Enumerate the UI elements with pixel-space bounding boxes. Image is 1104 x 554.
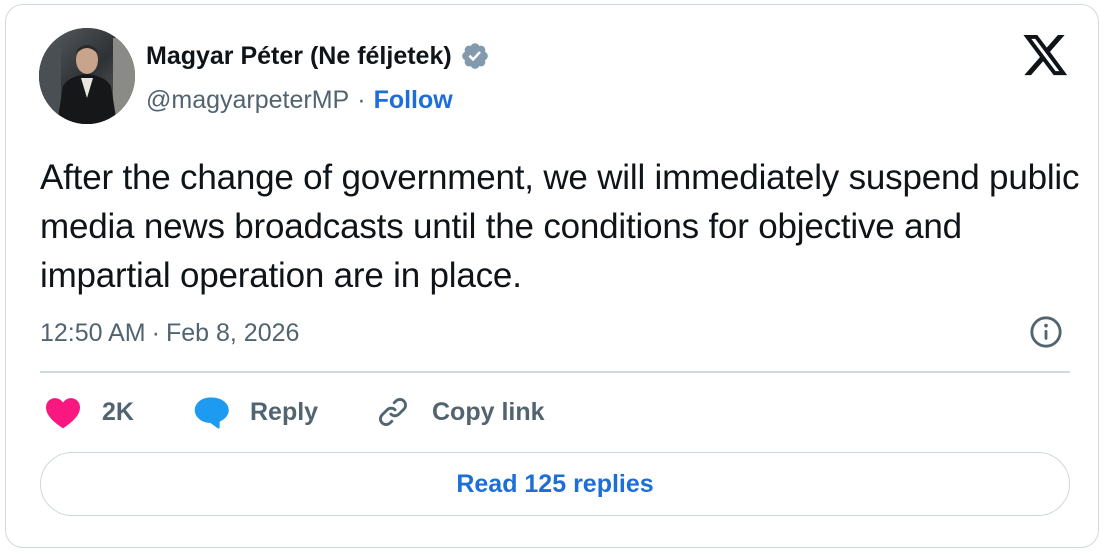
author-handle[interactable]: @magyarpeterMP bbox=[146, 86, 349, 115]
reply-label: Reply bbox=[250, 397, 319, 426]
tweet-time: 12:50 AM bbox=[40, 318, 146, 347]
tweet-timestamp[interactable]: 12:50 AM · Feb 8, 2026 bbox=[40, 313, 299, 353]
like-button[interactable]: 2K bbox=[44, 392, 134, 432]
author-handle-row: @magyarpeterMP · Follow bbox=[146, 83, 453, 117]
handle-separator: · bbox=[357, 85, 366, 114]
avatar[interactable] bbox=[39, 28, 135, 124]
tweet-date: Feb 8, 2026 bbox=[165, 318, 300, 347]
divider bbox=[40, 371, 1070, 373]
follow-button[interactable]: Follow bbox=[374, 86, 453, 115]
reply-button[interactable]: Reply bbox=[192, 392, 318, 432]
copy-link-button[interactable]: Copy link bbox=[374, 392, 545, 432]
author-name-row: Magyar Péter (Ne féljetek) bbox=[146, 39, 490, 73]
like-count: 2K bbox=[102, 397, 134, 426]
verified-badge-icon bbox=[460, 41, 490, 71]
copy-link-label: Copy link bbox=[432, 397, 545, 426]
link-icon bbox=[379, 398, 407, 426]
heart-icon bbox=[46, 398, 80, 429]
timestamp-separator: · bbox=[151, 318, 160, 347]
avatar-photo bbox=[39, 28, 135, 124]
tweet-text: After the change of government, we will … bbox=[40, 158, 1080, 295]
info-icon[interactable] bbox=[1029, 315, 1063, 349]
x-logo-icon[interactable] bbox=[1023, 35, 1069, 77]
speech-bubble-icon bbox=[194, 397, 229, 429]
author-display-name[interactable]: Magyar Péter (Ne féljetek) bbox=[146, 42, 452, 71]
read-replies-button[interactable]: Read 125 replies bbox=[40, 452, 1070, 516]
tweet-card: Magyar Péter (Ne féljetek) @magyarpeterM… bbox=[5, 4, 1099, 548]
